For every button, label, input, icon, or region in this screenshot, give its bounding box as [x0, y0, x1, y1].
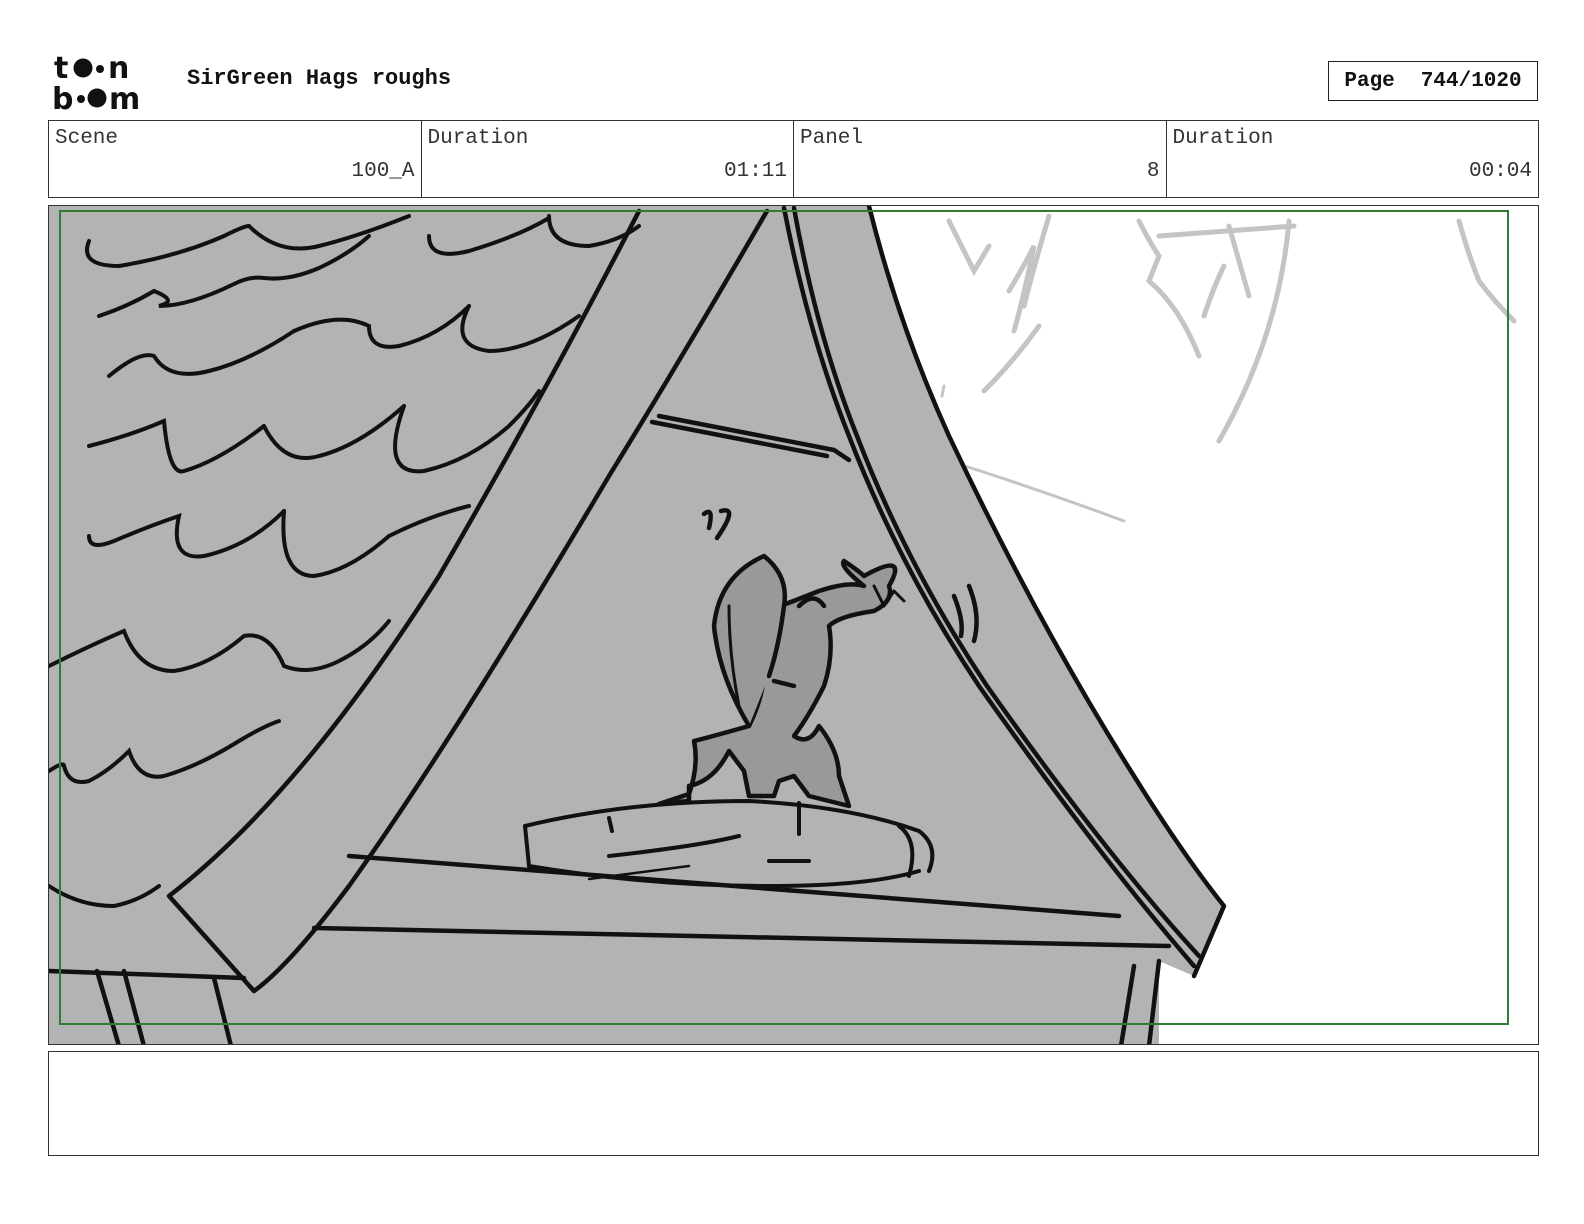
panel-duration-value: 00:04	[1468, 160, 1532, 183]
scene-info-row: Scene 100_A Duration 01:11 Panel 8 Durat…	[48, 120, 1539, 198]
panel-value: 8	[1146, 160, 1160, 183]
storyboard-panel	[48, 205, 1539, 1045]
background-sketch	[940, 213, 1517, 523]
panel-notes-box	[48, 1051, 1539, 1156]
scene-value: 100_A	[351, 160, 415, 183]
panel-label: Panel	[800, 127, 864, 150]
panel-cell: Panel 8	[794, 121, 1167, 197]
scene-duration-cell: Duration 01:11	[422, 121, 794, 197]
svg-text:n: n	[108, 52, 129, 86]
toonboom-logo: t n b m	[52, 52, 140, 112]
scene-label: Scene	[55, 127, 119, 150]
project-title: SirGreen Hags roughs	[187, 66, 452, 91]
svg-text:t: t	[54, 52, 68, 86]
scene-duration-value: 01:11	[723, 160, 787, 183]
scene-cell: Scene 100_A	[49, 121, 422, 197]
page-label: Page	[1344, 69, 1395, 93]
panel-drawing	[49, 206, 1517, 1044]
svg-text:b: b	[52, 82, 73, 112]
svg-text:m: m	[109, 82, 140, 112]
page-indicator: Page 744/1020	[1328, 61, 1538, 101]
panel-duration-label: Duration	[1172, 127, 1274, 150]
panel-duration-cell: Duration 00:04	[1167, 121, 1539, 197]
scene-duration-label: Duration	[427, 127, 529, 150]
page-number: 744/1020	[1420, 69, 1522, 93]
